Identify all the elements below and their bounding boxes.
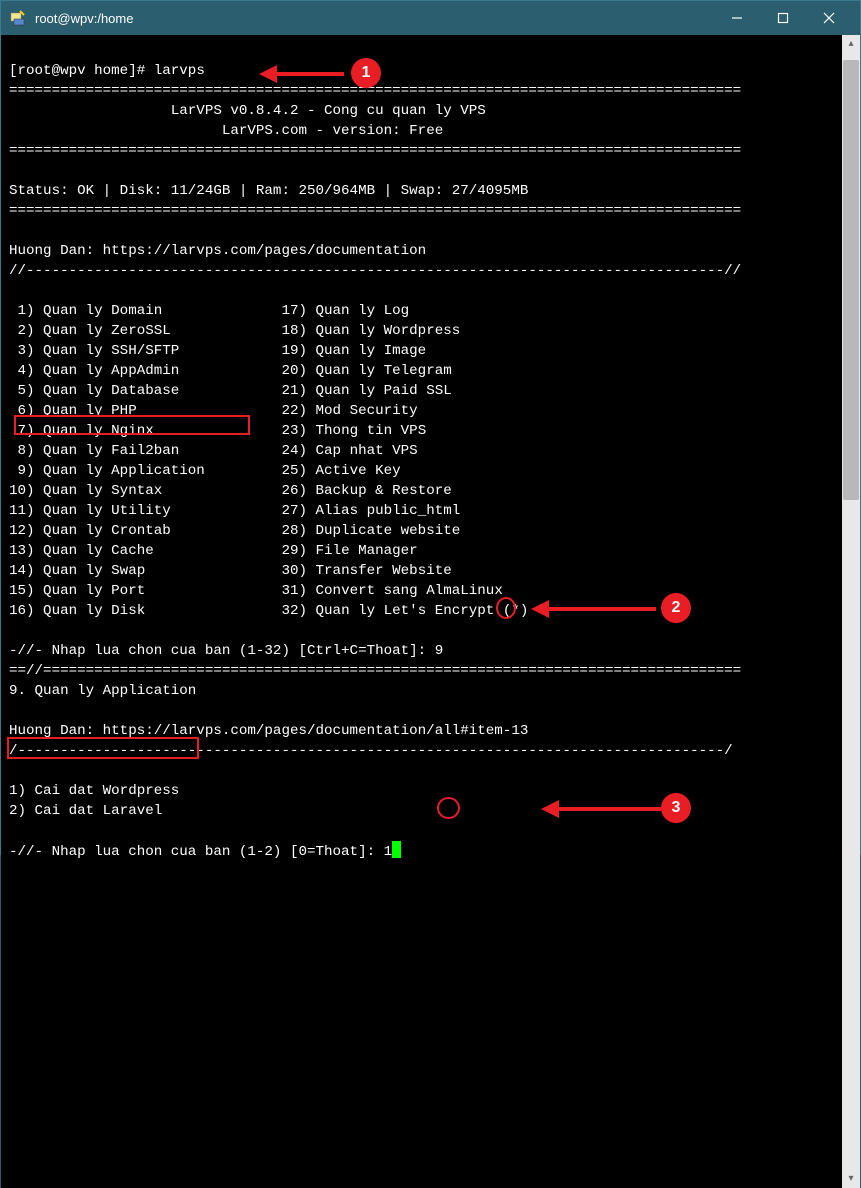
putty-icon xyxy=(9,9,27,27)
annotation-badge-3: 3 xyxy=(661,793,691,823)
menu-item: 5) Quan ly Database xyxy=(9,383,179,399)
menu-item: 9) Quan ly Application xyxy=(9,463,205,479)
window-title: root@wpv:/home xyxy=(35,11,714,26)
menu-item: 19) Quan ly Image xyxy=(281,343,426,359)
maximize-button[interactable] xyxy=(760,1,806,35)
guide-label: Huong Dan: xyxy=(9,243,103,259)
scrollbar[interactable]: ▴ ▾ xyxy=(842,35,860,1188)
divider: ========================================… xyxy=(9,83,741,99)
menu-item: 32) Quan ly Let's Encrypt (*) xyxy=(281,603,528,619)
menu-item: 23) Thong tin VPS xyxy=(281,423,426,439)
menu-item: 6) Quan ly PHP xyxy=(9,403,137,419)
terminal-cursor xyxy=(392,841,401,858)
annotation-badge-1: 1 xyxy=(351,58,381,88)
prompt-choice-1: -//- Nhap lua chon cua ban (1-32) [Ctrl+… xyxy=(9,643,426,659)
scroll-down-arrow-icon[interactable]: ▾ xyxy=(842,1170,860,1188)
guide2-url: https://larvps.com/pages/documentation/a… xyxy=(103,723,529,739)
annotation-arrow-3 xyxy=(541,800,609,880)
menu-item: 29) File Manager xyxy=(281,543,417,559)
menu-item: 1) Quan ly Domain xyxy=(9,303,162,319)
menu-item: 18) Quan ly Wordpress xyxy=(281,323,460,339)
menu-item: 11) Quan ly Utility xyxy=(9,503,171,519)
menu-item: 31) Convert sang AlmaLinux xyxy=(281,583,502,599)
scroll-up-arrow-icon[interactable]: ▴ xyxy=(842,35,860,53)
menu-item: 4) Quan ly AppAdmin xyxy=(9,363,179,379)
divider: /---------------------------------------… xyxy=(9,743,733,759)
menu-item: 7) Quan ly Nginx xyxy=(9,423,154,439)
terminal[interactable]: [root@wpv home]# larvps ================… xyxy=(1,35,842,1188)
menu-item: 24) Cap nhat VPS xyxy=(281,443,417,459)
menu-item: 30) Transfer Website xyxy=(281,563,451,579)
guide-url: https://larvps.com/pages/documentation xyxy=(103,243,427,259)
input-2: 1 xyxy=(384,844,393,860)
menu-item: 26) Backup & Restore xyxy=(281,483,451,499)
guide2-label: Huong Dan: xyxy=(9,723,103,739)
scroll-thumb[interactable] xyxy=(843,60,859,500)
divider: ========================================… xyxy=(9,203,741,219)
divider: ==//====================================… xyxy=(9,663,741,679)
divider: //--------------------------------------… xyxy=(9,263,741,279)
command-text: larvps xyxy=(154,63,205,79)
menu-item: 15) Quan ly Port xyxy=(9,583,145,599)
submenu-item: 1) Cai dat Wordpress xyxy=(9,783,179,799)
menu-item: 25) Active Key xyxy=(281,463,400,479)
menu-item: 14) Quan ly Swap xyxy=(9,563,145,579)
menu-item: 21) Quan ly Paid SSL xyxy=(281,383,451,399)
menu-item: 12) Quan ly Crontab xyxy=(9,523,171,539)
menu-item: 17) Quan ly Log xyxy=(281,303,409,319)
menu-item: 10) Quan ly Syntax xyxy=(9,483,162,499)
menu-item: 28) Duplicate website xyxy=(281,523,460,539)
annotation-badge-2: 2 xyxy=(661,593,691,623)
prompt-choice-2: -//- Nhap lua chon cua ban (1-2) [0=Thoa… xyxy=(9,844,375,860)
menu-item: 16) Quan ly Disk xyxy=(9,603,145,619)
section-title: 9. Quan ly Application xyxy=(9,683,196,699)
menu-item: 2) Quan ly ZeroSSL xyxy=(9,323,171,339)
divider: ========================================… xyxy=(9,143,741,159)
prompt-text: [root@wpv home]# xyxy=(9,63,154,79)
menu-item: 22) Mod Security xyxy=(281,403,417,419)
header-line1: LarVPS v0.8.4.2 - Cong cu quan ly VPS xyxy=(171,103,486,119)
menu-item: 8) Quan ly Fail2ban xyxy=(9,443,179,459)
header-line2: LarVPS.com - version: Free xyxy=(222,123,443,139)
submenu-item: 2) Cai dat Laravel xyxy=(9,803,162,819)
close-button[interactable] xyxy=(806,1,852,35)
menu-item: 13) Quan ly Cache xyxy=(9,543,154,559)
minimize-button[interactable] xyxy=(714,1,760,35)
menu-item: 3) Quan ly SSH/SFTP xyxy=(9,343,179,359)
menu-item: 27) Alias public_html xyxy=(281,503,460,519)
status-line: Status: OK | Disk: 11/24GB | Ram: 250/96… xyxy=(9,183,528,199)
input-1: 9 xyxy=(435,643,444,659)
menu-item: 20) Quan ly Telegram xyxy=(281,363,451,379)
highlight-circle-input2 xyxy=(437,797,460,819)
titlebar: root@wpv:/home xyxy=(1,1,860,35)
